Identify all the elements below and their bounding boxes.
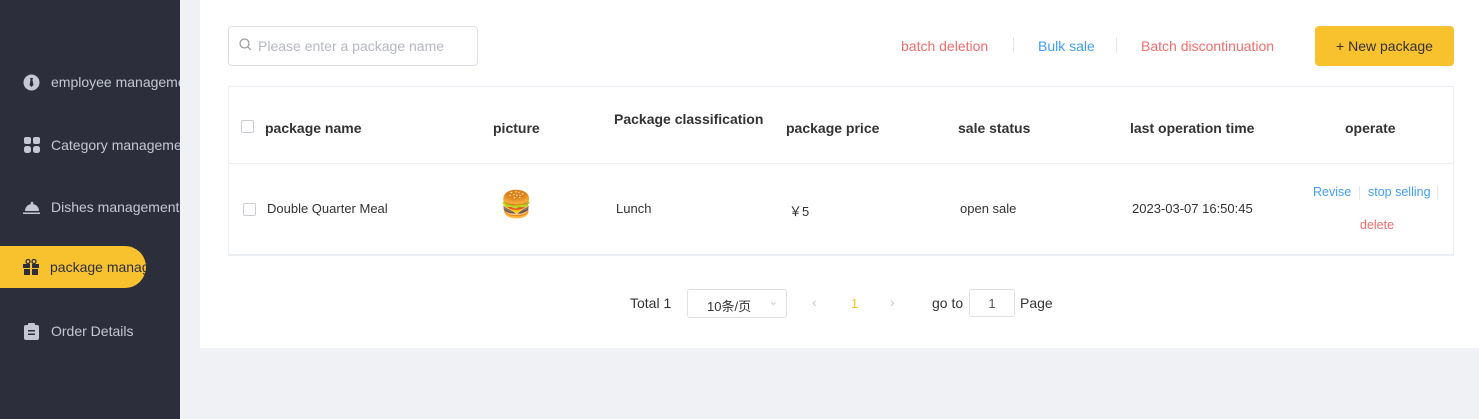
search-placeholder: Please enter a package name [258, 38, 445, 54]
employee-icon [23, 74, 40, 91]
goto-label: go to [932, 295, 964, 311]
batch-deletion-button[interactable]: batch deletion [901, 38, 988, 54]
row-checkbox[interactable] [243, 203, 256, 216]
page-size-select[interactable]: 10条/页 ⌄ [687, 289, 787, 318]
column-header: package name [265, 120, 362, 136]
column-header: operate [1345, 120, 1396, 136]
content-panel: Please enter a package name batch deleti… [200, 0, 1479, 348]
clipboard-icon [23, 322, 40, 340]
gift-icon [23, 259, 39, 276]
sidebar-item-category[interactable]: Category management [0, 124, 180, 166]
divider [1013, 37, 1014, 53]
page-number-current[interactable]: 1 [851, 296, 858, 311]
search-icon [239, 38, 252, 54]
bulk-sale-button[interactable]: Bulk sale [1038, 38, 1095, 54]
stop-selling-link[interactable]: stop selling [1368, 185, 1431, 199]
batch-discontinuation-button[interactable]: Batch discontinuation [1141, 38, 1274, 54]
sidebar: employee management Category management … [0, 0, 180, 419]
total-count: Total 1 [630, 295, 672, 311]
chevron-down-icon: ⌄ [768, 296, 778, 308]
sidebar-item-orders[interactable]: Order Details [0, 310, 180, 352]
column-header: picture [493, 120, 540, 136]
sidebar-item-label: employee management [51, 74, 180, 90]
search-input[interactable]: Please enter a package name [228, 26, 478, 66]
package-table: package name picture Package classificat… [228, 86, 1454, 256]
sidebar-item-label: Category management [51, 137, 180, 153]
new-package-button[interactable]: + New package [1315, 26, 1454, 66]
divider [1116, 37, 1117, 53]
column-header: Package classification [614, 111, 764, 127]
column-header: last operation time [1130, 120, 1255, 136]
divider [229, 163, 1453, 164]
select-all-checkbox[interactable] [241, 120, 254, 133]
package-name: Double Quarter Meal [267, 201, 388, 216]
sidebar-item-dishes[interactable]: Dishes management [0, 186, 180, 228]
delete-link[interactable]: delete [1360, 218, 1394, 232]
sidebar-item-label: Order Details [51, 323, 134, 339]
next-page-button[interactable]: › [890, 294, 895, 310]
page-size-value: 10条/页 [707, 299, 752, 314]
last-operation-time: 2023-03-07 16:50:45 [1132, 201, 1253, 216]
dishes-icon [23, 199, 40, 216]
revise-link[interactable]: Revise [1313, 185, 1351, 199]
package-picture: 🍔 [500, 189, 533, 219]
divider [1359, 186, 1360, 200]
sidebar-item-label: package management [50, 259, 146, 275]
divider [1437, 186, 1438, 200]
sidebar-item-label: Dishes management [51, 199, 180, 215]
package-price: ￥5 [789, 204, 810, 219]
category-icon [23, 137, 40, 154]
column-header: sale status [958, 120, 1031, 136]
package-classification: Lunch [616, 201, 652, 216]
page-label: Page [1020, 295, 1053, 311]
sidebar-item-employee[interactable]: employee management [0, 61, 180, 103]
prev-page-button[interactable]: ‹ [812, 294, 817, 310]
goto-page-input[interactable]: 1 [969, 289, 1015, 317]
sale-status: open sale [960, 201, 1017, 216]
column-header: package price [786, 120, 880, 136]
sidebar-item-package[interactable]: package management [0, 246, 146, 288]
